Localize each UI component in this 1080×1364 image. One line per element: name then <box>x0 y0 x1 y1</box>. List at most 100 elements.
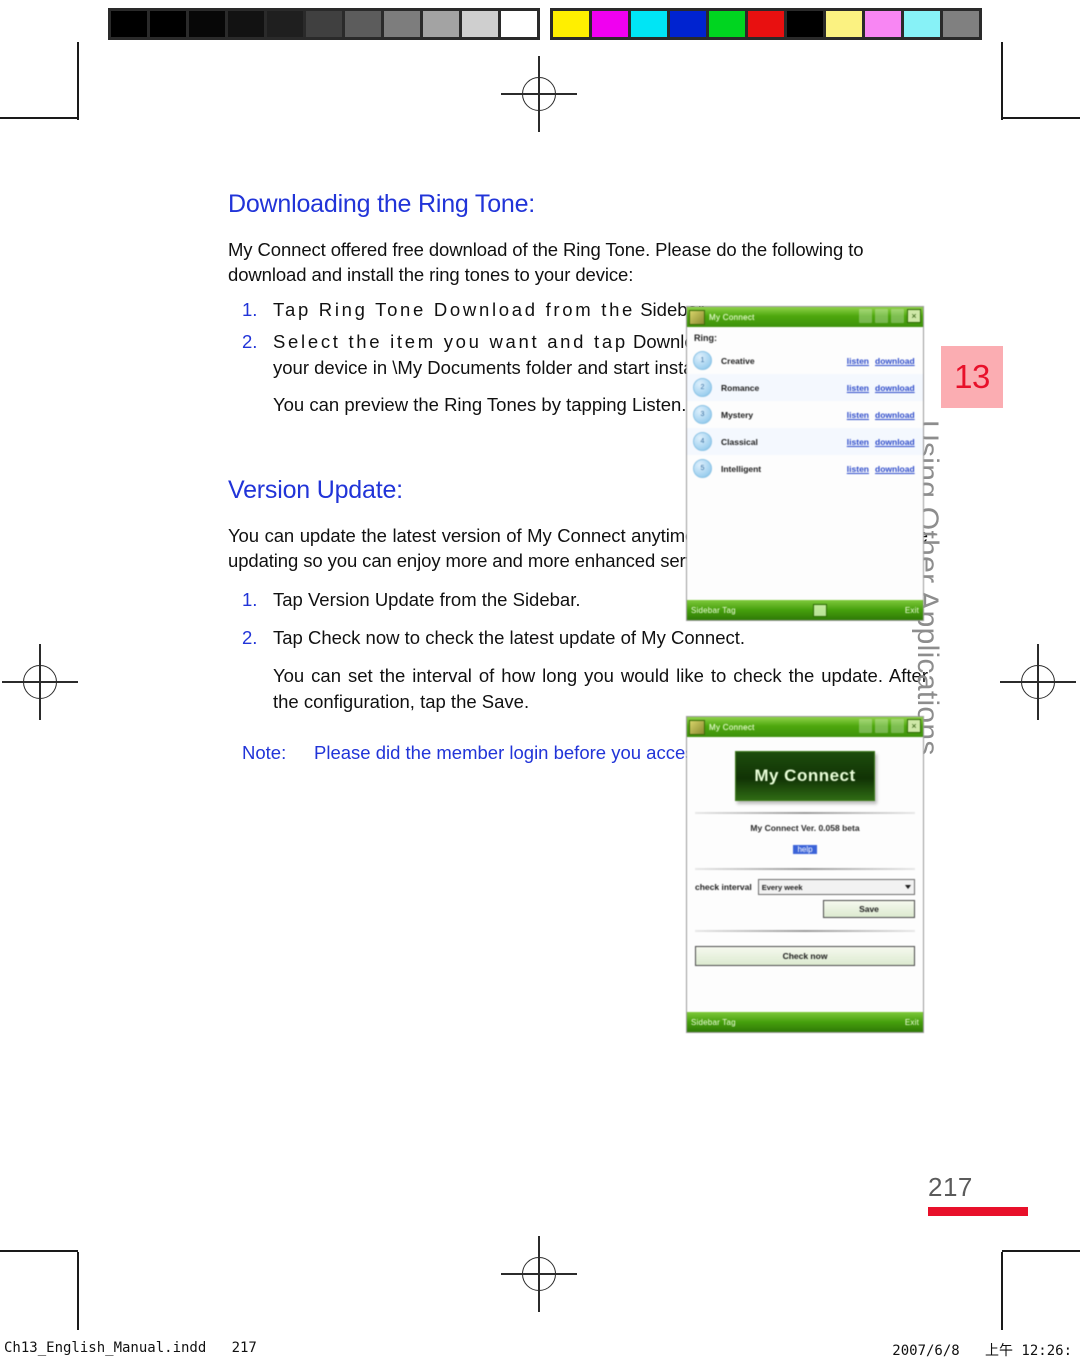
check-interval-label: check interval <box>695 882 752 892</box>
crop-mark-top-right-v <box>1001 42 1003 120</box>
ppc-window-title: My Connect <box>709 722 755 732</box>
close-icon[interactable]: × <box>907 309 921 323</box>
grayscale-swatch-group <box>108 8 540 40</box>
table-row[interactable]: 3 Mystery listen download <box>687 401 923 428</box>
sync-icon[interactable] <box>859 719 872 733</box>
softkey-exit[interactable]: Exit <box>905 606 919 615</box>
download-link[interactable]: download <box>875 437 917 447</box>
color-swatch-9 <box>904 11 940 37</box>
ringtone-name: Romance <box>721 382 760 393</box>
section-heading-downloading-ring-tone: Downloading the Ring Tone: <box>228 190 536 218</box>
footer-filename: Ch13_English_Manual.indd 217 <box>4 1340 257 1356</box>
grayscale-swatch-0 <box>111 11 147 37</box>
chevron-down-icon <box>905 885 911 889</box>
check-interval-select[interactable]: Every week <box>757 879 915 895</box>
footer-timestamp: 2007/6/8 上午 12:26: <box>892 1343 1072 1359</box>
close-icon[interactable]: × <box>907 719 921 733</box>
check-interval-row: check interval Every week <box>695 879 915 895</box>
check-now-button[interactable]: Check now <box>695 946 915 966</box>
crop-mark-bottom-right-v <box>1001 1252 1003 1330</box>
grayscale-swatch-10 <box>501 11 537 37</box>
volume-icon[interactable] <box>875 309 888 323</box>
divider <box>695 812 915 814</box>
color-swatch-6 <box>787 11 823 37</box>
ringtone-name: Mystery <box>721 409 754 420</box>
registration-mark-left <box>2 644 78 720</box>
crop-mark-top-right-h <box>1002 117 1080 119</box>
step-number: 2. <box>242 331 258 353</box>
download-link[interactable]: download <box>875 356 917 366</box>
grayscale-swatch-6 <box>345 11 381 37</box>
download-link[interactable]: download <box>875 383 917 393</box>
chapter-number-tab: 13 <box>941 346 1003 408</box>
color-swatch-1 <box>592 11 628 37</box>
table-row[interactable]: 4 Classical listen download <box>687 428 923 455</box>
listen-link[interactable]: listen <box>847 464 869 474</box>
table-row[interactable]: 5 Intelligent listen download <box>687 455 923 482</box>
softkey-sidebar-tag[interactable]: Sidebar Tag <box>691 1018 736 1027</box>
ringtone-name: Classical <box>721 436 758 447</box>
check-interval-value: Every week <box>761 882 803 892</box>
softkey-exit[interactable]: Exit <box>905 1018 919 1027</box>
start-menu-icon[interactable] <box>689 309 705 325</box>
speaker-icon[interactable] <box>891 309 904 323</box>
save-button-wrap: Save <box>695 900 915 918</box>
softkey-sidebar-tag[interactable]: Sidebar Tag <box>691 606 736 615</box>
download-link[interactable]: download <box>875 464 917 474</box>
grayscale-swatch-9 <box>462 11 498 37</box>
listen-link[interactable]: listen <box>847 410 869 420</box>
signal-icon[interactable] <box>859 309 872 323</box>
divider <box>695 930 915 932</box>
crop-mark-bottom-left-v <box>77 1252 79 1330</box>
save-button[interactable]: Save <box>823 900 915 918</box>
ppc-system-tray: × <box>859 309 921 323</box>
table-row[interactable]: 2 Romance listen download <box>687 374 923 401</box>
keyboard-icon[interactable] <box>813 603 828 617</box>
registration-mark-top <box>501 56 577 132</box>
color-swatch-10 <box>943 11 979 37</box>
download-link[interactable]: download <box>875 410 917 420</box>
ringtone-index-icon: 4 <box>693 432 712 451</box>
step-number: 1. <box>242 589 258 611</box>
crop-mark-bottom-left-h <box>0 1250 78 1252</box>
table-row[interactable]: 1 Creative listen download <box>687 347 923 374</box>
ppc-system-tray: × <box>859 719 921 733</box>
registration-mark-right <box>1000 644 1076 720</box>
listen-link[interactable]: listen <box>847 383 869 393</box>
page-number: 217 <box>928 1172 973 1202</box>
page-number-rule <box>928 1207 1028 1216</box>
ringtone-index-icon: 2 <box>693 378 712 397</box>
ringtone-index-icon: 1 <box>693 351 712 370</box>
speaker-icon[interactable] <box>891 719 904 733</box>
listen-link[interactable]: listen <box>847 356 869 366</box>
step-text-primary: Tap Ring Tone Download from the <box>273 299 636 321</box>
listen-link[interactable]: listen <box>847 437 869 447</box>
ringtone-name: Intelligent <box>721 463 762 474</box>
note-label: Note: <box>242 742 287 764</box>
device-screenshot-version-update: My Connect × My Connect My Connect Ver. … <box>686 716 924 1033</box>
step-number: 1. <box>242 299 258 321</box>
signal-icon[interactable] <box>875 719 888 733</box>
ppc-softkey-bar: Sidebar Tag Exit <box>687 1012 923 1032</box>
divider <box>695 868 915 870</box>
crop-mark-top-left-h <box>0 117 78 119</box>
grayscale-swatch-2 <box>189 11 225 37</box>
help-link[interactable]: help <box>793 845 817 854</box>
help-link-wrap: help <box>687 839 923 857</box>
swatch-gap <box>540 8 550 40</box>
my-connect-logo: My Connect <box>735 751 875 801</box>
color-swatch-0 <box>553 11 589 37</box>
grayscale-swatch-7 <box>384 11 420 37</box>
section-two-sub-paragraph: You can set the interval of how long you… <box>273 664 928 712</box>
color-swatch-4 <box>709 11 745 37</box>
step-number: 2. <box>242 627 258 649</box>
start-menu-icon[interactable] <box>689 719 705 735</box>
ringtone-name: Creative <box>721 355 755 366</box>
ppc-window-title: My Connect <box>709 312 755 322</box>
color-swatch-3 <box>670 11 706 37</box>
ringtone-list-heading: Ring: <box>694 333 717 343</box>
ringtone-list-canvas: Ring: 1 Creative listen download 2 Roman… <box>687 327 923 600</box>
color-swatch-5 <box>748 11 784 37</box>
color-swatch-2 <box>631 11 667 37</box>
crop-mark-top-left-v <box>77 42 79 120</box>
